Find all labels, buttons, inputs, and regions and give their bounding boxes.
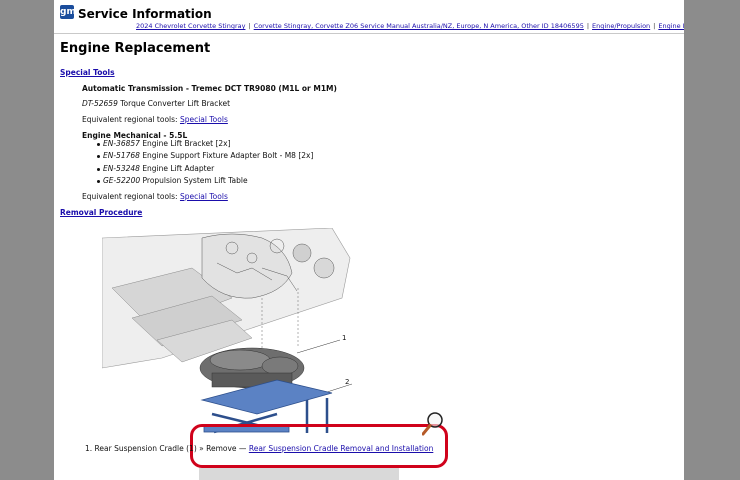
service-page: gm Service Information 2024 Chevrolet Co… [54,0,684,480]
gm-logo: gm [60,5,76,19]
breadcrumb-item-model[interactable]: 2024 Chevrolet Corvette Stingray [136,22,245,30]
special-tools-link[interactable]: Special Tools [60,68,115,77]
tool-list-item: EN-53248 Engine Lift Adapter [103,164,214,173]
tool-list-item: EN-36857 Engine Lift Bracket [2x] [103,139,231,148]
app-title: Service Information [78,7,212,21]
header-bar: gm Service Information 2024 Chevrolet Co… [54,0,684,33]
bullet [97,180,100,183]
breadcrumb-separator: | [653,22,656,30]
magnifier-icon[interactable] [421,411,446,441]
illustration-svg: 1 2 [101,227,353,434]
breadcrumb-separator: | [248,22,251,30]
callout-2: 2 [345,378,349,386]
breadcrumb-item-engine-propulsion[interactable]: Engine/Propulsion [592,22,650,30]
tool-code: EN-53248 [103,164,140,173]
equiv-label: Equivalent regional tools: [82,115,178,124]
bullet [97,168,100,171]
tool-list-item: GE-52200 Propulsion System Lift Table [103,176,248,185]
tool-code: DT-52659 [82,99,118,108]
tool-code: EN-36857 [103,139,140,148]
auto-trans-heading: Automatic Transmission - Tremec DCT TR90… [82,84,337,93]
tool-code: GE-52200 [103,176,141,185]
step-text: Rear Suspension Cradle (1) [94,444,197,453]
equiv-label: Equivalent regional tools: [82,192,178,201]
auto-trans-equiv: Equivalent regional tools: Special Tools [82,115,228,124]
step-action: » Remove — [199,444,247,453]
tool-list-item: EN-51768 Engine Support Fixture Adapter … [103,151,313,160]
tool-desc: Torque Converter Lift Bracket [120,99,231,108]
breadcrumb-separator: | [586,22,590,30]
breadcrumb-item-manual[interactable]: Corvette Stingray, Corvette Z06 Service … [254,22,584,30]
tool-desc: Engine Lift Adapter [142,164,215,173]
tool-desc: Engine Support Fixture Adapter Bolt - M8… [142,151,314,160]
header-divider [54,33,684,34]
next-illustration-preview [199,468,399,480]
breadcrumb: 2024 Chevrolet Corvette Stingray | Corvett… [136,22,684,30]
tool-code: EN-51768 [103,151,140,160]
auto-trans-tool: DT-52659 Torque Converter Lift Bracket [82,99,230,108]
procedure-step-1: 1. Rear Suspension Cradle (1) » Remove —… [85,444,433,453]
callout-1: 1 [342,334,346,342]
tool-desc: Propulsion System Lift Table [142,176,248,185]
bullet [97,155,100,158]
removal-procedure-link[interactable]: Removal Procedure [60,208,142,217]
equiv-special-tools-link[interactable]: Special Tools [180,115,228,124]
rear-cradle-removal-link[interactable]: Rear Suspension Cradle Removal and Insta… [249,444,434,453]
tool-desc: Engine Lift Bracket [2x] [142,139,231,148]
equiv-special-tools-link[interactable]: Special Tools [180,192,228,201]
page-title: Engine Replacement [60,41,211,56]
bullet [97,143,100,146]
step-number: 1. [85,444,93,453]
breadcrumb-item-engine-mechanical[interactable]: Engine Mechanical - 5.5L [658,22,684,30]
engine-mech-equiv: Equivalent regional tools: Special Tools [82,192,228,201]
engine-removal-illustration: 1 2 [101,227,353,438]
